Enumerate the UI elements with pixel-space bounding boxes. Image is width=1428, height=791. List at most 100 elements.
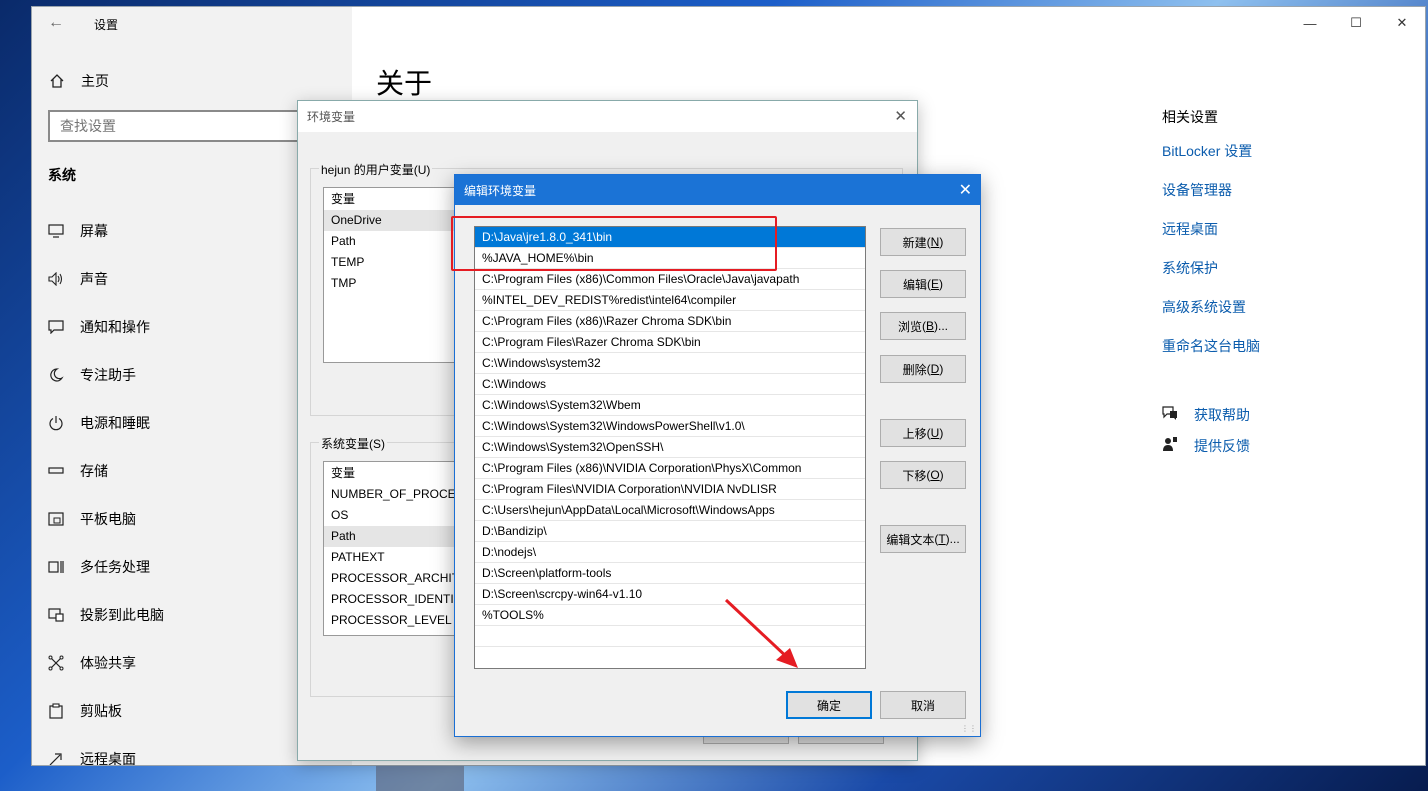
arrow-annotation-icon bbox=[724, 598, 798, 668]
resize-grip-icon[interactable]: ⋮⋮ bbox=[961, 724, 977, 733]
multitask-icon bbox=[48, 559, 64, 575]
search-input[interactable] bbox=[50, 112, 331, 140]
path-row[interactable]: %INTEL_DEV_REDIST%redist\intel64\compile… bbox=[475, 290, 865, 311]
move-down-button[interactable]: 下移(O) bbox=[880, 461, 966, 489]
delete-button[interactable]: 删除(D) bbox=[880, 355, 966, 383]
window-title: 设置 bbox=[94, 18, 119, 32]
power-icon bbox=[48, 415, 64, 431]
path-row[interactable]: C:\Windows bbox=[475, 374, 865, 395]
nav-home-label: 主页 bbox=[81, 73, 109, 89]
link-device-manager[interactable]: 设备管理器 bbox=[1162, 180, 1425, 219]
browse-button-key: B bbox=[926, 319, 935, 333]
ok-button[interactable]: 确定 bbox=[786, 691, 872, 719]
edit-button-key: E bbox=[931, 277, 940, 291]
path-row[interactable]: D:\Screen\platform-tools bbox=[475, 563, 865, 584]
edit-button-label: 编辑 bbox=[902, 277, 927, 292]
related-settings: 相关设置 BitLocker 设置 设备管理器 远程桌面 系统保护 高级系统设置… bbox=[1162, 107, 1425, 375]
moon-icon bbox=[48, 367, 64, 383]
nav-item-label: 多任务处理 bbox=[80, 559, 150, 575]
env-dialog-title: 环境变量 bbox=[298, 101, 917, 132]
path-row[interactable]: C:\Windows\System32\WindowsPowerShell\v1… bbox=[475, 416, 865, 437]
path-row[interactable]: C:\Program Files (x86)\NVIDIA Corporatio… bbox=[475, 458, 865, 479]
move-down-button-key: O bbox=[930, 468, 940, 482]
path-row[interactable]: C:\Windows\System32\OpenSSH\ bbox=[475, 437, 865, 458]
speaker-icon bbox=[48, 271, 64, 287]
back-arrow-icon[interactable]: ← bbox=[48, 14, 66, 32]
browse-button-label: 浏览 bbox=[897, 319, 922, 334]
remote-icon bbox=[48, 751, 64, 765]
edit-dialog-title: 编辑环境变量 bbox=[455, 175, 980, 205]
system-vars-label: 系统变量(S) bbox=[319, 435, 387, 452]
nav-item-label: 远程桌面 bbox=[80, 751, 136, 766]
feedback-link[interactable]: 提供反馈 bbox=[1162, 430, 1250, 461]
share-icon bbox=[48, 655, 64, 671]
close-icon[interactable]: ✕ bbox=[1379, 7, 1425, 39]
clipboard-icon bbox=[48, 703, 64, 719]
move-up-button-label: 上移 bbox=[902, 426, 927, 441]
help-icon bbox=[1162, 406, 1178, 423]
browse-button[interactable]: 浏览(B)... bbox=[880, 312, 966, 340]
close-icon[interactable]: ✕ bbox=[959, 180, 972, 200]
nav-item-label: 电源和睡眠 bbox=[80, 415, 150, 431]
nav-item-label: 存储 bbox=[80, 463, 108, 479]
home-icon bbox=[49, 73, 65, 89]
delete-button-label: 删除 bbox=[902, 362, 927, 377]
window-controls: — ☐ ✕ bbox=[1287, 7, 1425, 39]
edit-button[interactable]: 编辑(E) bbox=[880, 270, 966, 298]
nav-item-label: 专注助手 bbox=[80, 367, 136, 383]
ok-button-label: 确定 bbox=[816, 698, 841, 713]
nav-item-label: 剪贴板 bbox=[80, 703, 122, 719]
path-row[interactable]: C:\Windows\System32\Wbem bbox=[475, 395, 865, 416]
path-row[interactable]: C:\Program Files\Razer Chroma SDK\bin bbox=[475, 332, 865, 353]
link-system-protection[interactable]: 系统保护 bbox=[1162, 258, 1425, 297]
link-rename-pc[interactable]: 重命名这台电脑 bbox=[1162, 336, 1425, 375]
link-remote-desktop[interactable]: 远程桌面 bbox=[1162, 219, 1425, 258]
cancel-button-label: 取消 bbox=[910, 698, 935, 713]
close-icon[interactable]: ✕ bbox=[894, 107, 907, 125]
delete-button-key: D bbox=[930, 362, 940, 376]
edit-text-button-key: T bbox=[938, 532, 946, 546]
nav-item-label: 体验共享 bbox=[80, 655, 136, 671]
storage-icon bbox=[48, 463, 64, 479]
move-up-button[interactable]: 上移(U) bbox=[880, 419, 966, 447]
minimize-icon[interactable]: — bbox=[1287, 7, 1333, 39]
path-row[interactable]: C:\Program Files\NVIDIA Corporation\NVID… bbox=[475, 479, 865, 500]
move-down-button-label: 下移 bbox=[902, 468, 927, 483]
feedback-icon bbox=[1162, 436, 1178, 455]
nav-item-label: 平板电脑 bbox=[80, 511, 136, 527]
highlight-annotation bbox=[451, 216, 777, 271]
page-title: 关于 bbox=[376, 68, 433, 99]
nav-item-label: 通知和操作 bbox=[80, 319, 150, 335]
new-button-key: N bbox=[930, 235, 940, 249]
path-row[interactable]: C:\Program Files (x86)\Razer Chroma SDK\… bbox=[475, 311, 865, 332]
path-row[interactable]: C:\Program Files (x86)\Common Files\Orac… bbox=[475, 269, 865, 290]
user-vars-label: hejun 的用户变量(U) bbox=[319, 161, 433, 178]
section-title: 系统 bbox=[48, 167, 76, 183]
nav-item-label: 声音 bbox=[80, 271, 108, 287]
tablet-icon bbox=[48, 511, 64, 527]
new-button-label: 新建 bbox=[902, 235, 927, 250]
maximize-icon[interactable]: ☐ bbox=[1333, 7, 1379, 39]
edit-text-button[interactable]: 编辑文本(T)... bbox=[880, 525, 966, 553]
feedback-label: 提供反馈 bbox=[1194, 437, 1250, 454]
path-row[interactable]: D:\nodejs\ bbox=[475, 542, 865, 563]
notification-icon bbox=[48, 319, 64, 335]
nav-item-label: 屏幕 bbox=[80, 223, 108, 239]
path-row[interactable]: D:\Bandizip\ bbox=[475, 521, 865, 542]
taskbar-fragment bbox=[376, 766, 464, 791]
cancel-button[interactable]: 取消 bbox=[880, 691, 966, 719]
get-help-link[interactable]: 获取帮助 bbox=[1162, 399, 1250, 430]
help-section: 获取帮助 提供反馈 bbox=[1162, 399, 1250, 461]
move-up-button-key: U bbox=[930, 426, 940, 440]
get-help-label: 获取帮助 bbox=[1194, 406, 1250, 423]
link-advanced-system[interactable]: 高级系统设置 bbox=[1162, 297, 1425, 336]
search-box[interactable] bbox=[48, 110, 333, 142]
related-heading: 相关设置 bbox=[1162, 109, 1218, 125]
nav-home[interactable]: 主页 bbox=[49, 71, 109, 91]
path-row[interactable]: C:\Users\hejun\AppData\Local\Microsoft\W… bbox=[475, 500, 865, 521]
link-bitlocker[interactable]: BitLocker 设置 bbox=[1162, 141, 1425, 180]
path-row[interactable]: C:\Windows\system32 bbox=[475, 353, 865, 374]
nav-item-label: 投影到此电脑 bbox=[80, 607, 164, 623]
new-button[interactable]: 新建(N) bbox=[880, 228, 966, 256]
monitor-icon bbox=[48, 223, 64, 239]
